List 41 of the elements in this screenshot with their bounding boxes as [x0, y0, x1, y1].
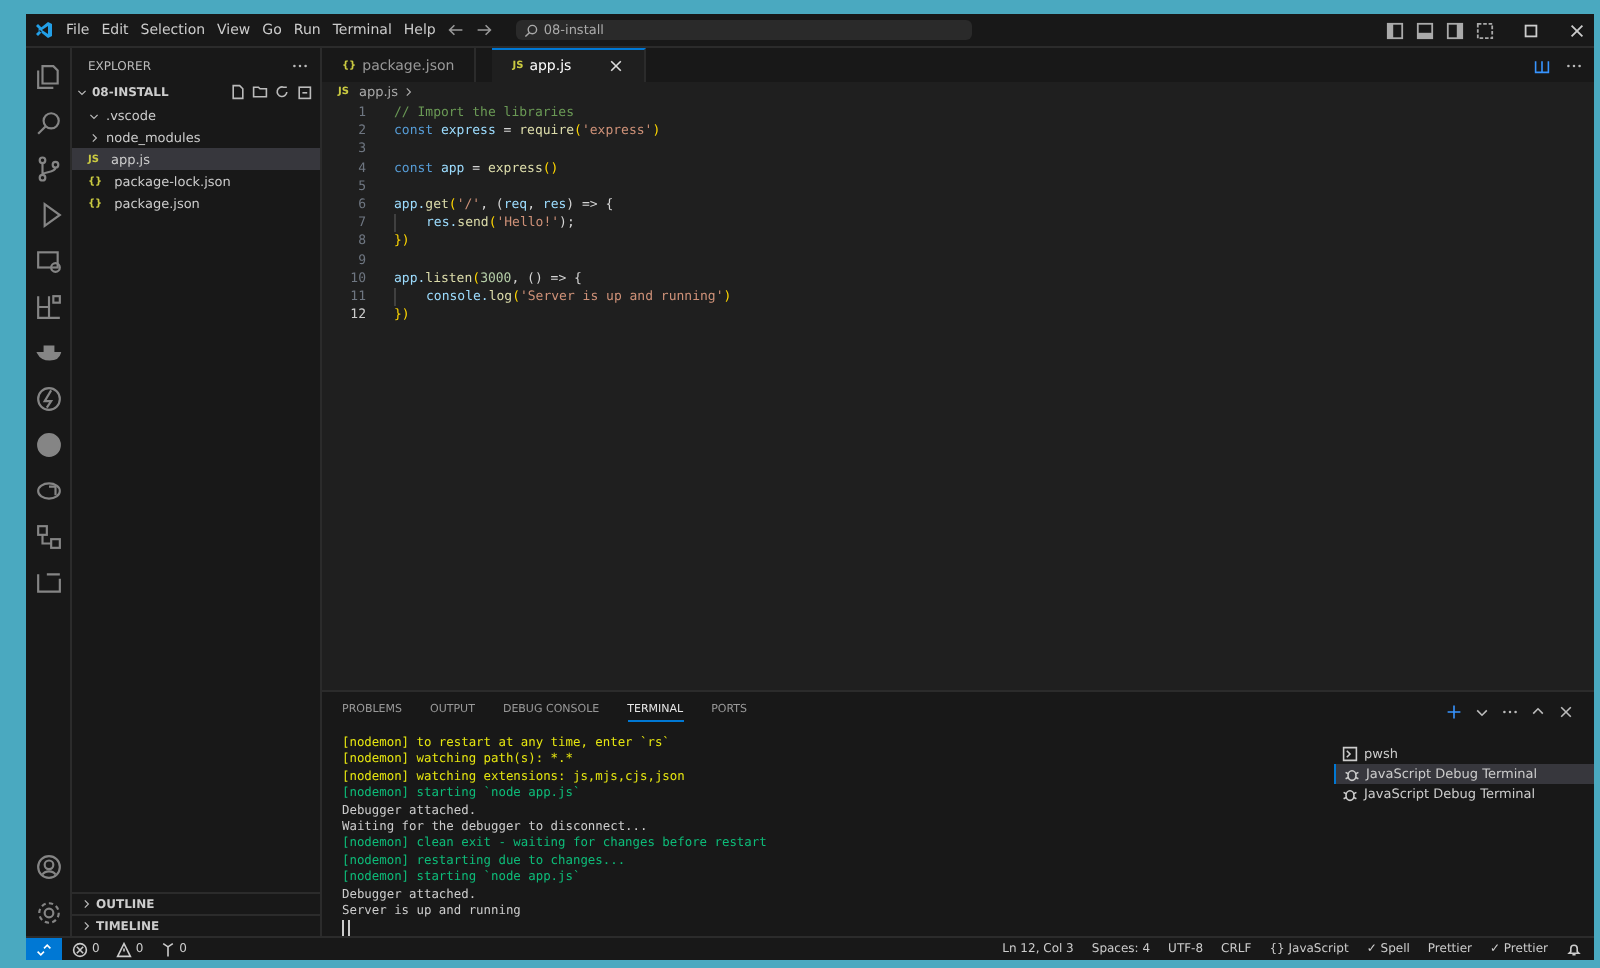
terminal-icon: [1342, 746, 1358, 762]
remote-button[interactable]: [26, 938, 62, 960]
blocks-icon[interactable]: [35, 294, 61, 320]
logo-icon: [34, 20, 54, 40]
layout-icon[interactable]: [1416, 21, 1434, 39]
chevron-right-icon: [401, 86, 414, 98]
remote-icon: [36, 941, 52, 957]
back-arrow-icon[interactable]: [447, 22, 464, 38]
plus-icon[interactable]: [1446, 704, 1462, 720]
new-file-icon[interactable]: [230, 84, 246, 100]
files-icon[interactable]: [35, 64, 61, 90]
account-icon[interactable]: [35, 854, 61, 880]
antenna-icon: [159, 941, 176, 957]
search-icon[interactable]: [35, 110, 61, 136]
close-icon[interactable]: [607, 58, 624, 74]
split-editor-icon[interactable]: [1534, 57, 1550, 73]
bell-icon[interactable]: [1566, 941, 1582, 957]
nodes-icon[interactable]: [35, 524, 61, 550]
layout-icon[interactable]: [1446, 21, 1464, 39]
close-icon[interactable]: [1568, 21, 1586, 39]
terminal-cursor: [342, 920, 350, 937]
branch-icon[interactable]: [35, 156, 61, 182]
close-icon[interactable]: [1558, 704, 1574, 720]
maximize-icon[interactable]: [1522, 21, 1540, 39]
monitor-icon[interactable]: [35, 248, 61, 274]
refresh-icon[interactable]: [274, 84, 290, 100]
grid-icon[interactable]: [1476, 21, 1494, 39]
chevron-down-icon[interactable]: [1474, 704, 1490, 720]
layout-icon[interactable]: [1386, 21, 1404, 39]
new-folder-icon[interactable]: [252, 84, 268, 100]
chevron-up-icon[interactable]: [1530, 704, 1546, 720]
collapse-icon[interactable]: [296, 84, 312, 100]
bug-icon: [1344, 766, 1360, 782]
bug-icon: [1342, 786, 1358, 802]
search-icon: [523, 23, 538, 37]
forward-arrow-icon[interactable]: [475, 22, 492, 38]
chevron-down-icon[interactable]: [76, 86, 88, 98]
warning-icon: [115, 941, 132, 957]
error-icon: [72, 941, 88, 957]
settings-icon[interactable]: [35, 900, 61, 926]
bolt-icon[interactable]: [35, 386, 61, 412]
